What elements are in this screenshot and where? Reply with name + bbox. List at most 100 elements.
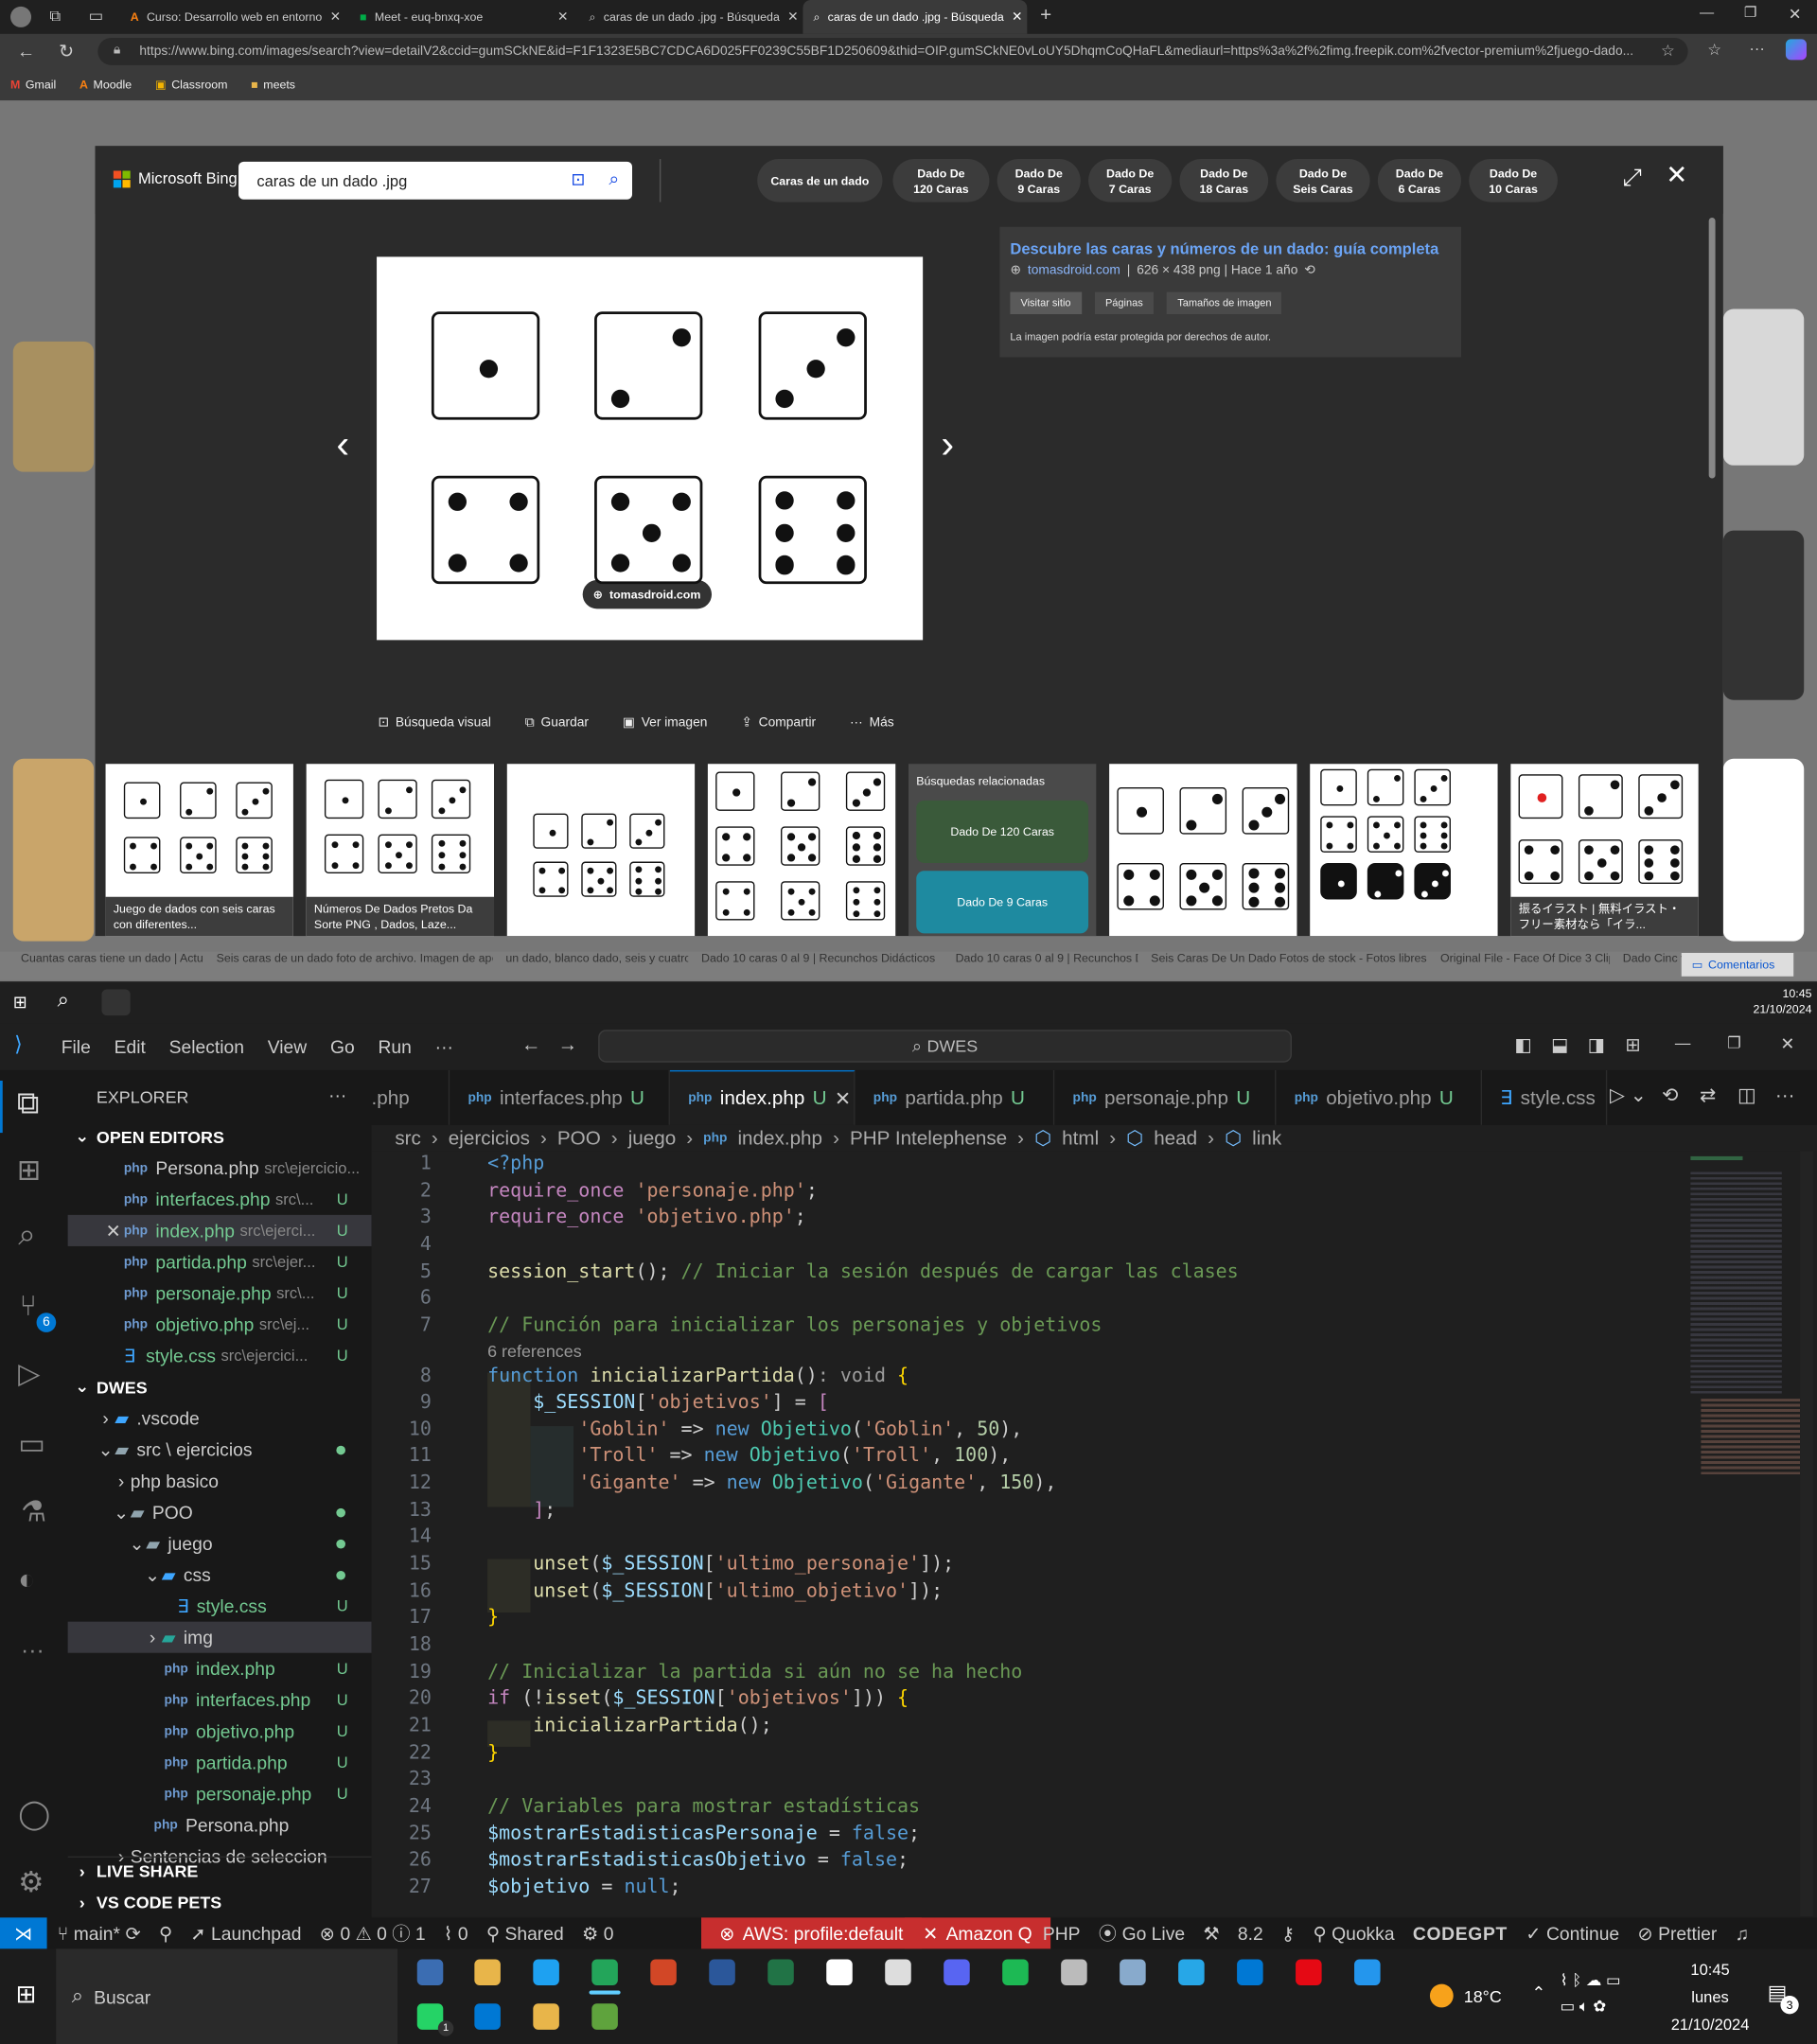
copilot-icon[interactable] <box>1785 39 1807 61</box>
chevron-up-icon[interactable]: ⌃ <box>1531 1984 1545 2001</box>
open-editors-header[interactable]: ⌄ OPEN EDITORS <box>68 1121 372 1153</box>
breadcrumb-item[interactable]: juego <box>628 1127 677 1149</box>
favorite-classroom[interactable]: ▣ Classroom <box>155 78 227 92</box>
quokka-item[interactable]: ⚲ Quokka <box>1313 1922 1394 1944</box>
menu-more[interactable]: ··· <box>435 1036 453 1057</box>
info-scrollbar[interactable] <box>1708 218 1716 479</box>
favorite-meets[interactable]: ■ meets <box>251 79 295 92</box>
minimize-icon[interactable]: — <box>1675 1035 1691 1051</box>
more-actions-icon[interactable]: ··· <box>328 1085 346 1103</box>
tab-style[interactable]: ∃ style.css <box>1482 1069 1608 1125</box>
telegram-icon[interactable] <box>1178 1959 1205 1986</box>
related-chip[interactable]: Dado De 120 Caras <box>892 159 990 203</box>
notion-icon[interactable] <box>826 1959 853 1986</box>
bluetooth-icon[interactable]: ᛒ <box>1572 1971 1581 1989</box>
profile-icon[interactable] <box>10 6 32 27</box>
visit-site-button[interactable]: Visitar sitio <box>1010 291 1082 314</box>
menu-go[interactable]: Go <box>330 1036 355 1057</box>
tree-item[interactable]: php personaje.php U <box>68 1778 372 1809</box>
excel-icon[interactable] <box>767 1959 794 1986</box>
favorite-gmail[interactable]: M Gmail <box>10 79 56 92</box>
windows-start-icon[interactable]: ⊞ <box>16 1982 37 2007</box>
favorite-moodle[interactable]: A Moodle <box>79 79 132 92</box>
golive-item[interactable]: ⦿ Go Live <box>1099 1920 1185 1947</box>
breadcrumb-item[interactable]: link <box>1252 1127 1281 1149</box>
related-chip[interactable]: Dado De 6 Caras <box>1377 159 1461 203</box>
testing-icon[interactable]: ⚗ <box>21 1497 46 1526</box>
browser-tab[interactable]: ■ Meet - euq-bnxq-xoe ✕ <box>349 0 578 34</box>
aws-profile-item[interactable]: ⊗ AWS: profile:default <box>701 1917 922 1949</box>
launchpad-item[interactable]: ➚ Launchpad <box>190 1922 301 1944</box>
edge-icon[interactable] <box>533 1959 559 1986</box>
image-sizes-button[interactable]: Tamaños de imagen <box>1167 291 1282 314</box>
open-editor-item[interactable]: php personaje.php src\... U <box>68 1278 372 1309</box>
workspace-header[interactable]: ⌄ DWES <box>68 1371 372 1402</box>
back-icon[interactable]: ← <box>521 1035 541 1055</box>
minecraft-icon[interactable] <box>591 2003 618 2030</box>
related-chip[interactable]: Dado De Seis Caras <box>1276 159 1370 203</box>
related-search-item[interactable]: Dado De 9 Caras <box>916 871 1089 934</box>
more-actions-icon[interactable]: ··· <box>1775 1085 1795 1105</box>
related-chip[interactable]: Caras de un dado <box>757 159 883 203</box>
more-icon[interactable]: ··· <box>1749 41 1765 57</box>
bg-thumb[interactable] <box>12 341 95 472</box>
close-icon[interactable]: ✕ <box>330 9 342 24</box>
command-center[interactable]: ⌕ DWES <box>598 1030 1292 1063</box>
tree-item[interactable]: ∃ style.css U <box>68 1591 372 1622</box>
cloud-icon[interactable]: ☁ <box>1586 1971 1602 1989</box>
main-image-dice-faces[interactable]: ⊕ tomasdroid.com <box>377 256 924 641</box>
continue-item[interactable]: ✓ Continue <box>1526 1922 1619 1944</box>
breadcrumb-item[interactable]: html <box>1062 1127 1099 1149</box>
breadcrumb-item[interactable]: head <box>1154 1127 1197 1149</box>
favorite-star-icon[interactable]: ☆ <box>1661 43 1675 59</box>
weather-widget[interactable]: 18°C <box>1429 1983 1502 2008</box>
settings-gear-icon[interactable]: ⚙ <box>18 1867 44 1896</box>
calendar-icon[interactable] <box>885 1959 911 1986</box>
visual-search-icon[interactable]: ⊡ <box>571 170 585 187</box>
tree-item[interactable]: › ▰ img <box>67 1621 372 1653</box>
related-chip[interactable]: Dado De 10 Caras <box>1469 159 1558 203</box>
related-chip[interactable]: Dado De 7 Caras <box>1088 159 1173 203</box>
search-icon[interactable]: ⌕ <box>609 169 619 187</box>
graph-icon[interactable]: ⚲ <box>159 1922 172 1944</box>
password-manager-icon[interactable] <box>416 1959 444 1986</box>
breadcrumb-item[interactable]: src <box>395 1127 421 1149</box>
shared-item[interactable]: ⚲ Shared <box>486 1922 564 1944</box>
windows-start-icon[interactable]: ⊞ <box>13 994 27 1011</box>
breadcrumb-item[interactable]: index.php <box>737 1127 822 1149</box>
view-image-action[interactable]: ▣ Ver imagen <box>623 715 708 730</box>
minimap[interactable] <box>1685 1151 1801 1916</box>
tree-item[interactable]: php index.php U <box>68 1653 372 1684</box>
source-control-icon[interactable]: ⑂ <box>20 1291 37 1320</box>
editor-scrollbar[interactable] <box>1800 1151 1813 1916</box>
edge-devtools-icon[interactable]: ◐ <box>18 1565 35 1594</box>
previous-icon[interactable]: ‹ <box>336 426 349 465</box>
notifications-icon[interactable]: ♫ <box>1736 1923 1749 1944</box>
related-search-item[interactable]: Dado De 120 Caras <box>916 800 1089 863</box>
tree-item[interactable]: php objetivo.php U <box>68 1716 372 1747</box>
discord-icon[interactable] <box>944 1959 970 1986</box>
bg-thumb[interactable] <box>1722 308 1805 466</box>
menu-edit[interactable]: Edit <box>115 1036 146 1057</box>
more-action[interactable]: ··· Más <box>850 715 894 730</box>
close-icon[interactable]: ✕ <box>557 9 569 24</box>
tree-item[interactable]: › ▰ .vscode <box>68 1402 372 1434</box>
menu-run[interactable]: Run <box>379 1036 412 1057</box>
tab-index[interactable]: php index.php U ✕ <box>669 1069 856 1125</box>
live-share-panel[interactable]: › LIVE SHARE <box>68 1855 372 1886</box>
close-icon[interactable]: ✕ <box>1666 163 1687 189</box>
open-editor-item[interactable]: ✕ php index.php src\ejerci... U <box>67 1214 372 1246</box>
open-editor-item[interactable]: ∃ style.css src\ejercici... U <box>68 1340 372 1371</box>
close-icon[interactable]: ✕ <box>1012 9 1023 24</box>
timeline-icon[interactable]: ⟲ <box>1662 1085 1678 1105</box>
related-chip[interactable]: Dado De 9 Caras <box>997 159 1081 203</box>
network-icon[interactable]: ▭ <box>1561 1997 1576 2015</box>
vscode-icon[interactable] <box>474 2003 501 2030</box>
expand-icon[interactable]: ⤢ <box>1623 166 1642 189</box>
pages-button[interactable]: Páginas <box>1094 291 1154 314</box>
codegpt-item[interactable]: CODEGPT <box>1413 1923 1508 1944</box>
favorites-icon[interactable]: ☆ <box>1707 42 1721 58</box>
bing-logo[interactable]: Microsoft Bing <box>113 169 238 187</box>
search-icon[interactable]: ⌕ <box>18 1220 36 1251</box>
php-version[interactable]: 8.2 <box>1238 1923 1263 1944</box>
